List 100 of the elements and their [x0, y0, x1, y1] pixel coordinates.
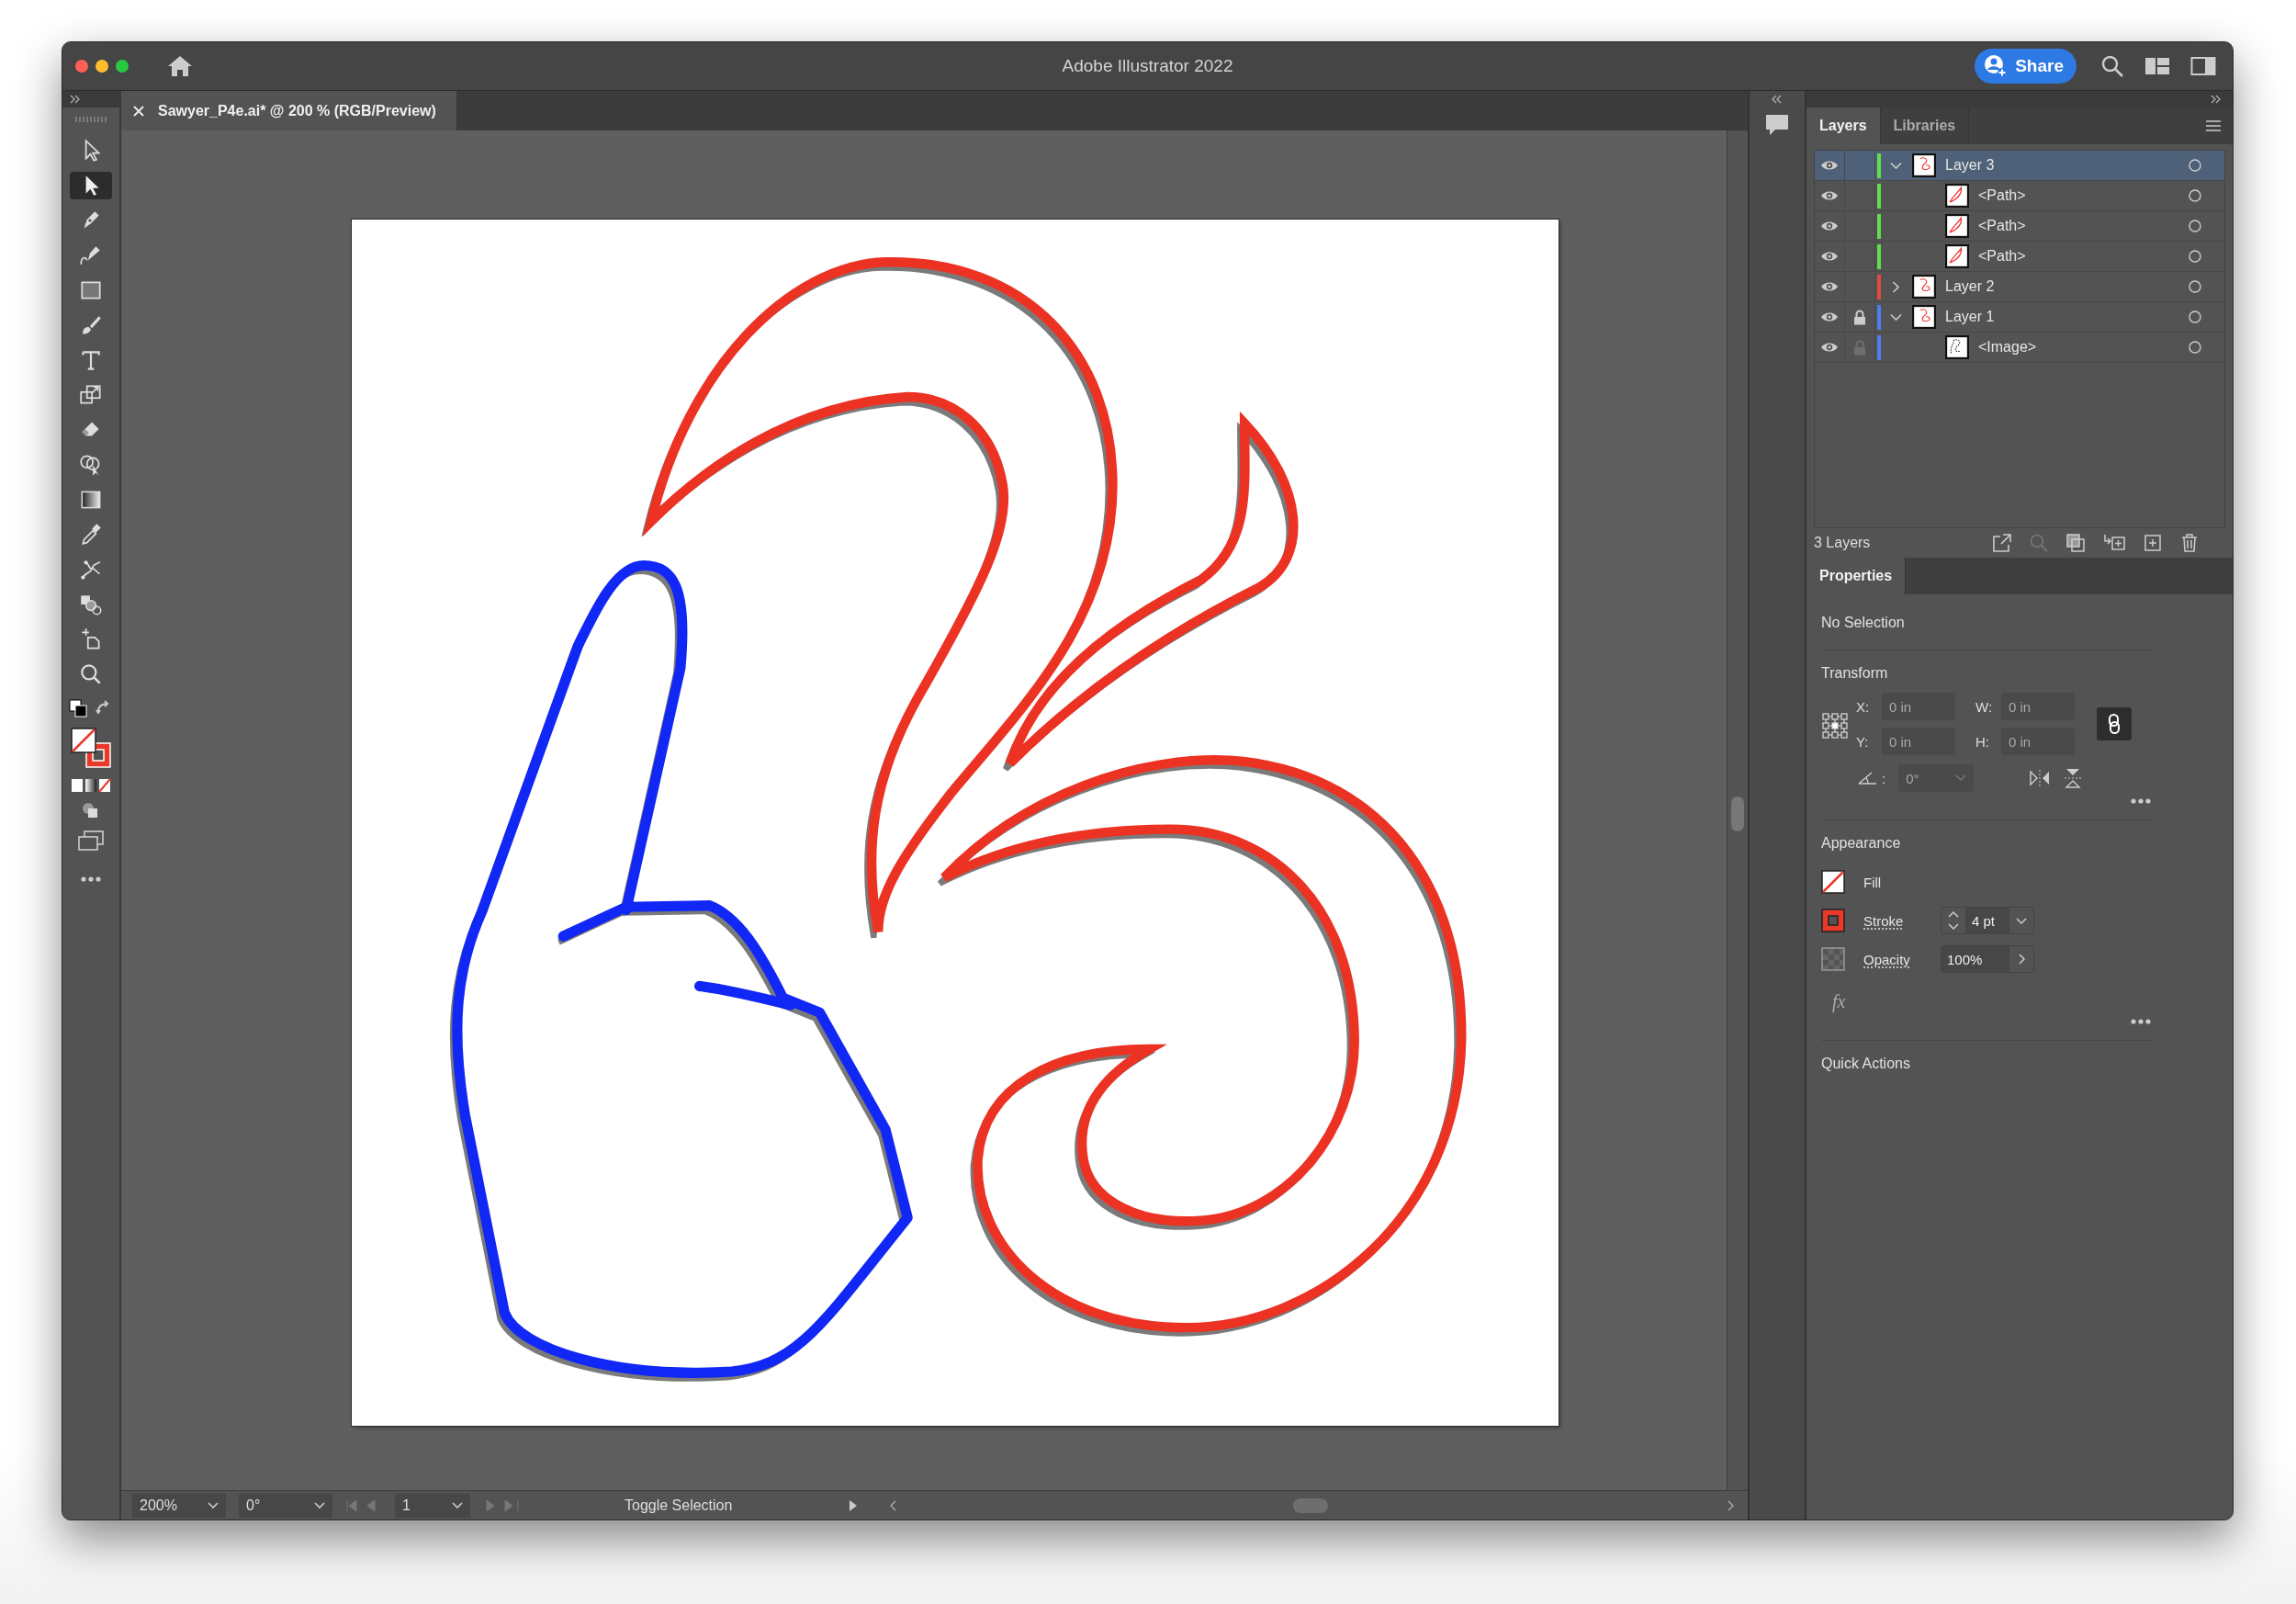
- layer-name: <Path>: [1978, 248, 2027, 265]
- eye-icon[interactable]: [1820, 311, 1839, 323]
- section-heading: Appearance: [1821, 835, 1902, 852]
- layer-row[interactable]: <Path>: [1815, 211, 2224, 242]
- opacity-link[interactable]: Opacity: [1863, 951, 1924, 967]
- more-options-icon[interactable]: [2130, 797, 2152, 805]
- new-sublayer-icon[interactable]: [2102, 533, 2126, 553]
- collapse-panel-icon[interactable]: [1772, 95, 1783, 104]
- rotation-field[interactable]: 0°: [239, 1493, 332, 1518]
- eye-icon[interactable]: [1820, 189, 1839, 202]
- document-tab[interactable]: Sawyer_P4e.ai* @ 200 % (RGB/Preview): [121, 91, 456, 130]
- workspace-icon[interactable]: [2144, 56, 2170, 76]
- eye-icon[interactable]: [1820, 280, 1839, 293]
- expand-panel-icon[interactable]: [2211, 95, 2222, 104]
- scroll-left-icon[interactable]: [889, 1499, 896, 1511]
- target-circle-icon[interactable]: [2188, 188, 2202, 203]
- field-label: X:: [1856, 698, 1871, 715]
- caret-icon: [1955, 774, 1967, 782]
- target-circle-icon[interactable]: [2188, 310, 2202, 324]
- grip-icon[interactable]: [74, 117, 107, 122]
- layer-thumbnail: [1912, 275, 1936, 299]
- target-circle-icon[interactable]: [2188, 249, 2202, 264]
- fill-none-swatch[interactable]: [1821, 870, 1845, 894]
- layer-name: <Path>: [1978, 218, 2027, 234]
- layer-row[interactable]: Layer 2: [1815, 272, 2224, 302]
- scroll-right-icon[interactable]: [1728, 1499, 1735, 1511]
- document-title: Sawyer_P4e.ai* @ 200 % (RGB/Preview): [158, 102, 436, 119]
- target-circle-icon[interactable]: [2188, 340, 2202, 355]
- opacity-field[interactable]: 100%: [1941, 945, 2034, 973]
- trash-icon[interactable]: [2179, 533, 2200, 553]
- selected-tool-button[interactable]: [70, 172, 112, 199]
- search-icon[interactable]: [2100, 54, 2124, 78]
- layer-name: Layer 3: [1945, 157, 1996, 174]
- layer-row[interactable]: Layer 1: [1815, 302, 2224, 333]
- clipping-mask-icon[interactable]: [2065, 533, 2086, 553]
- eye-icon[interactable]: [1820, 220, 1839, 232]
- lock-icon: [1853, 309, 1866, 325]
- default-colors-icon[interactable]: [69, 699, 87, 717]
- layer-thumbnail: [1945, 214, 1969, 238]
- color-mode-icon[interactable]: [71, 778, 111, 793]
- more-icon[interactable]: [80, 875, 102, 883]
- target-circle-icon[interactable]: [2188, 158, 2202, 173]
- stroke-weight-field[interactable]: 4 pt: [1941, 907, 2034, 934]
- flip-vertical-icon[interactable]: [2064, 767, 2083, 789]
- eye-icon[interactable]: [1820, 341, 1839, 354]
- home-icon[interactable]: [167, 54, 193, 78]
- stroke-swatch[interactable]: [1821, 909, 1845, 932]
- scrollbar-thumb[interactable]: [1293, 1498, 1328, 1513]
- layer-thumbnail: [1945, 335, 1969, 359]
- link-icon: [2108, 713, 2121, 735]
- eye-icon[interactable]: [1820, 159, 1839, 172]
- reference-point-icon[interactable]: [1821, 712, 1849, 740]
- field-label: Y:: [1856, 733, 1870, 750]
- zoom-field[interactable]: 200%: [132, 1493, 226, 1518]
- export-icon[interactable]: [1992, 533, 2012, 553]
- panel-tab[interactable]: Libraries: [1880, 107, 1970, 144]
- chevron-down-icon[interactable]: [1889, 161, 1902, 170]
- angle-icon: [1858, 771, 1878, 785]
- caret-icon: [452, 1501, 463, 1509]
- layer-count: 3 Layers: [1814, 535, 1871, 551]
- field-label: :: [1882, 770, 1886, 786]
- target-circle-icon[interactable]: [2188, 219, 2202, 233]
- new-layer-icon[interactable]: [2143, 533, 2163, 553]
- more-options-icon[interactable]: [2130, 1018, 2152, 1025]
- target-circle-icon[interactable]: [2188, 279, 2202, 294]
- layer-row[interactable]: <Path>: [1815, 242, 2224, 272]
- expand-panel-icon[interactable]: [70, 95, 81, 104]
- eye-icon[interactable]: [1820, 250, 1839, 263]
- caret-icon: [314, 1501, 325, 1509]
- field-label: H:: [1975, 733, 1990, 750]
- panel-tab[interactable]: Properties: [1806, 558, 1907, 594]
- comment-icon[interactable]: [1764, 113, 1790, 137]
- layer-thumbnail: [1945, 244, 1969, 268]
- close-icon[interactable]: [132, 104, 145, 118]
- chevron-down-icon[interactable]: [1889, 312, 1902, 322]
- layer-row[interactable]: Layer 3: [1815, 151, 2224, 181]
- constrain-proportions-button[interactable]: [2097, 707, 2132, 740]
- layer-name: Layer 2: [1945, 278, 1996, 295]
- screen-mode-icon[interactable]: [77, 830, 105, 852]
- stroke-link[interactable]: Stroke: [1863, 912, 1924, 929]
- close-window-button[interactable]: [75, 60, 88, 73]
- zoom-window-button[interactable]: [116, 60, 129, 73]
- minimize-window-button[interactable]: [96, 60, 108, 73]
- layer-row[interactable]: <Path>: [1815, 181, 2224, 211]
- scrollbar-thumb[interactable]: [1731, 796, 1744, 831]
- panel-layout-icon[interactable]: [2190, 56, 2216, 76]
- layer-thumbnail: [1912, 305, 1936, 329]
- selection-status: No Selection: [1821, 614, 1906, 632]
- field-label: W:: [1975, 698, 1994, 715]
- flip-horizontal-icon[interactable]: [2029, 769, 2052, 787]
- play-icon[interactable]: [849, 1498, 858, 1512]
- panel-tab[interactable]: Layers: [1806, 107, 1881, 144]
- fill-stroke-swatch[interactable]: [70, 727, 112, 769]
- effects-button[interactable]: fx: [1832, 991, 1846, 1012]
- layer-row[interactable]: <Image>: [1815, 333, 2224, 363]
- menu-icon[interactable]: [2205, 119, 2222, 132]
- checkerboard-swatch[interactable]: [1821, 947, 1845, 971]
- artboard-field[interactable]: 1: [395, 1493, 470, 1518]
- appearance-label: Fill: [1863, 874, 1883, 890]
- share-button[interactable]: Share: [1975, 49, 2077, 84]
